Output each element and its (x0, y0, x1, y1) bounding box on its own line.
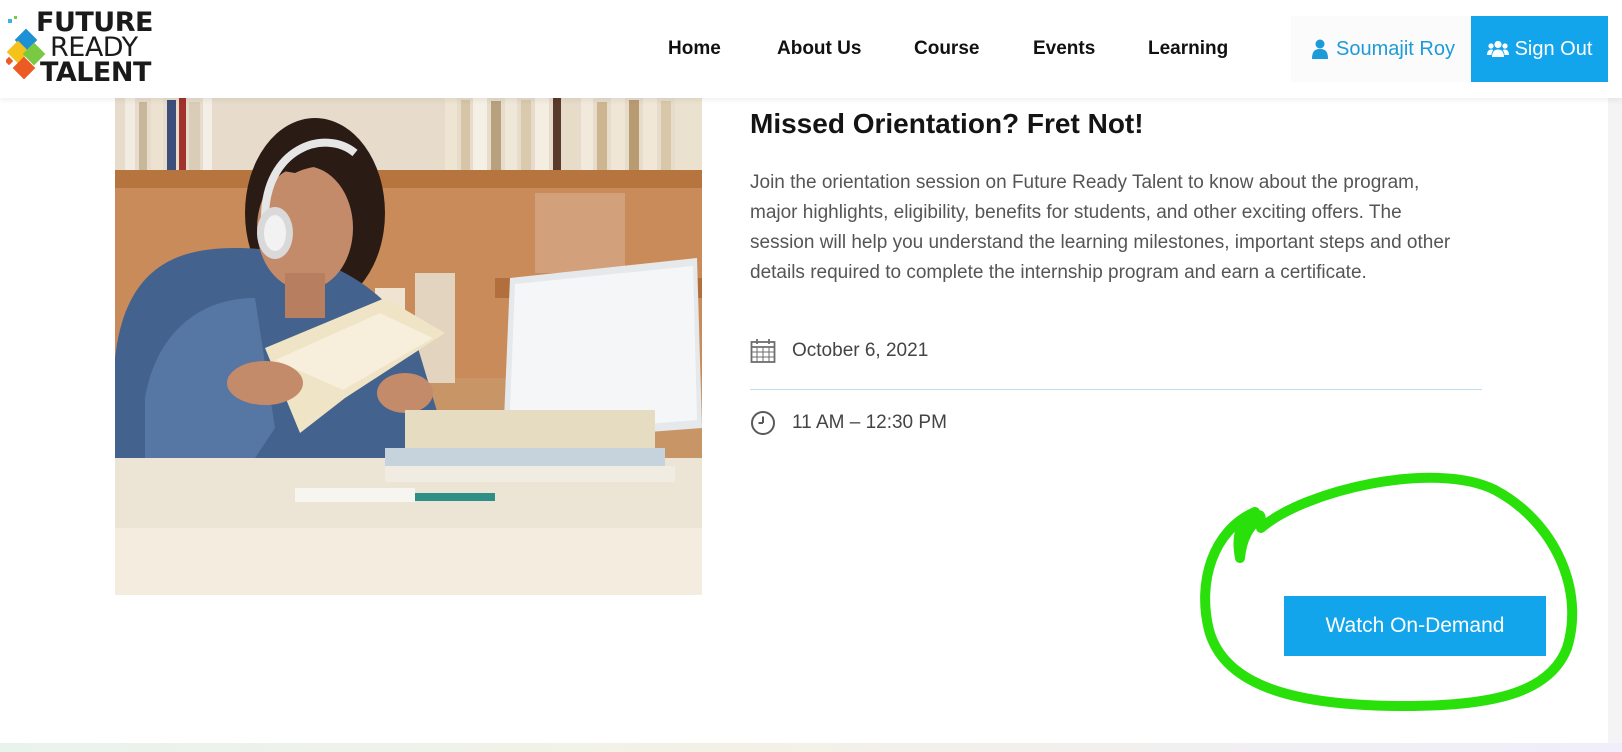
user-name: Soumajit Roy (1336, 37, 1455, 60)
green-highlight-annotation (1200, 472, 1578, 711)
event-date: October 6, 2021 (792, 340, 929, 361)
event-photo (115, 98, 702, 595)
user-icon (1312, 39, 1329, 59)
logo-line-3: TALENT (40, 57, 151, 88)
sign-out-label: Sign Out (1514, 37, 1593, 60)
clock-icon (751, 411, 775, 435)
nav-item-course[interactable]: Course (914, 38, 979, 60)
nav-item-events[interactable]: Events (1033, 38, 1095, 60)
nav-item-learning[interactable]: Learning (1148, 38, 1228, 60)
future-ready-talent-logo[interactable]: FUTURE READY TALENT (6, 9, 156, 92)
event-description: Join the orientation session on Future R… (750, 172, 1451, 283)
event-time: 11 AM – 12:30 PM (792, 412, 947, 433)
logo-wordmark: FUTURE READY TALENT (36, 9, 153, 88)
page-scroll-edge (1608, 98, 1622, 743)
nav-item-about-us[interactable]: About Us (777, 38, 861, 60)
watch-on-demand-button[interactable]: Watch On-Demand (1284, 596, 1546, 656)
users-icon (1486, 40, 1509, 57)
sign-out-button[interactable]: Sign Out (1471, 16, 1608, 82)
site-header: FUTURE READY TALENT Home About Us Course… (0, 0, 1622, 98)
user-profile-link[interactable]: Soumajit Roy (1291, 16, 1476, 82)
meta-divider (750, 389, 1482, 390)
event-date-row: October 6, 2021 (750, 338, 928, 364)
footer-gradient-strip (0, 743, 1622, 752)
event-title: Missed Orientation? Fret Not! (750, 108, 1144, 139)
nav-item-home[interactable]: Home (668, 38, 721, 60)
event-time-row: 11 AM – 12:30 PM (750, 410, 947, 436)
calendar-icon (750, 339, 776, 363)
